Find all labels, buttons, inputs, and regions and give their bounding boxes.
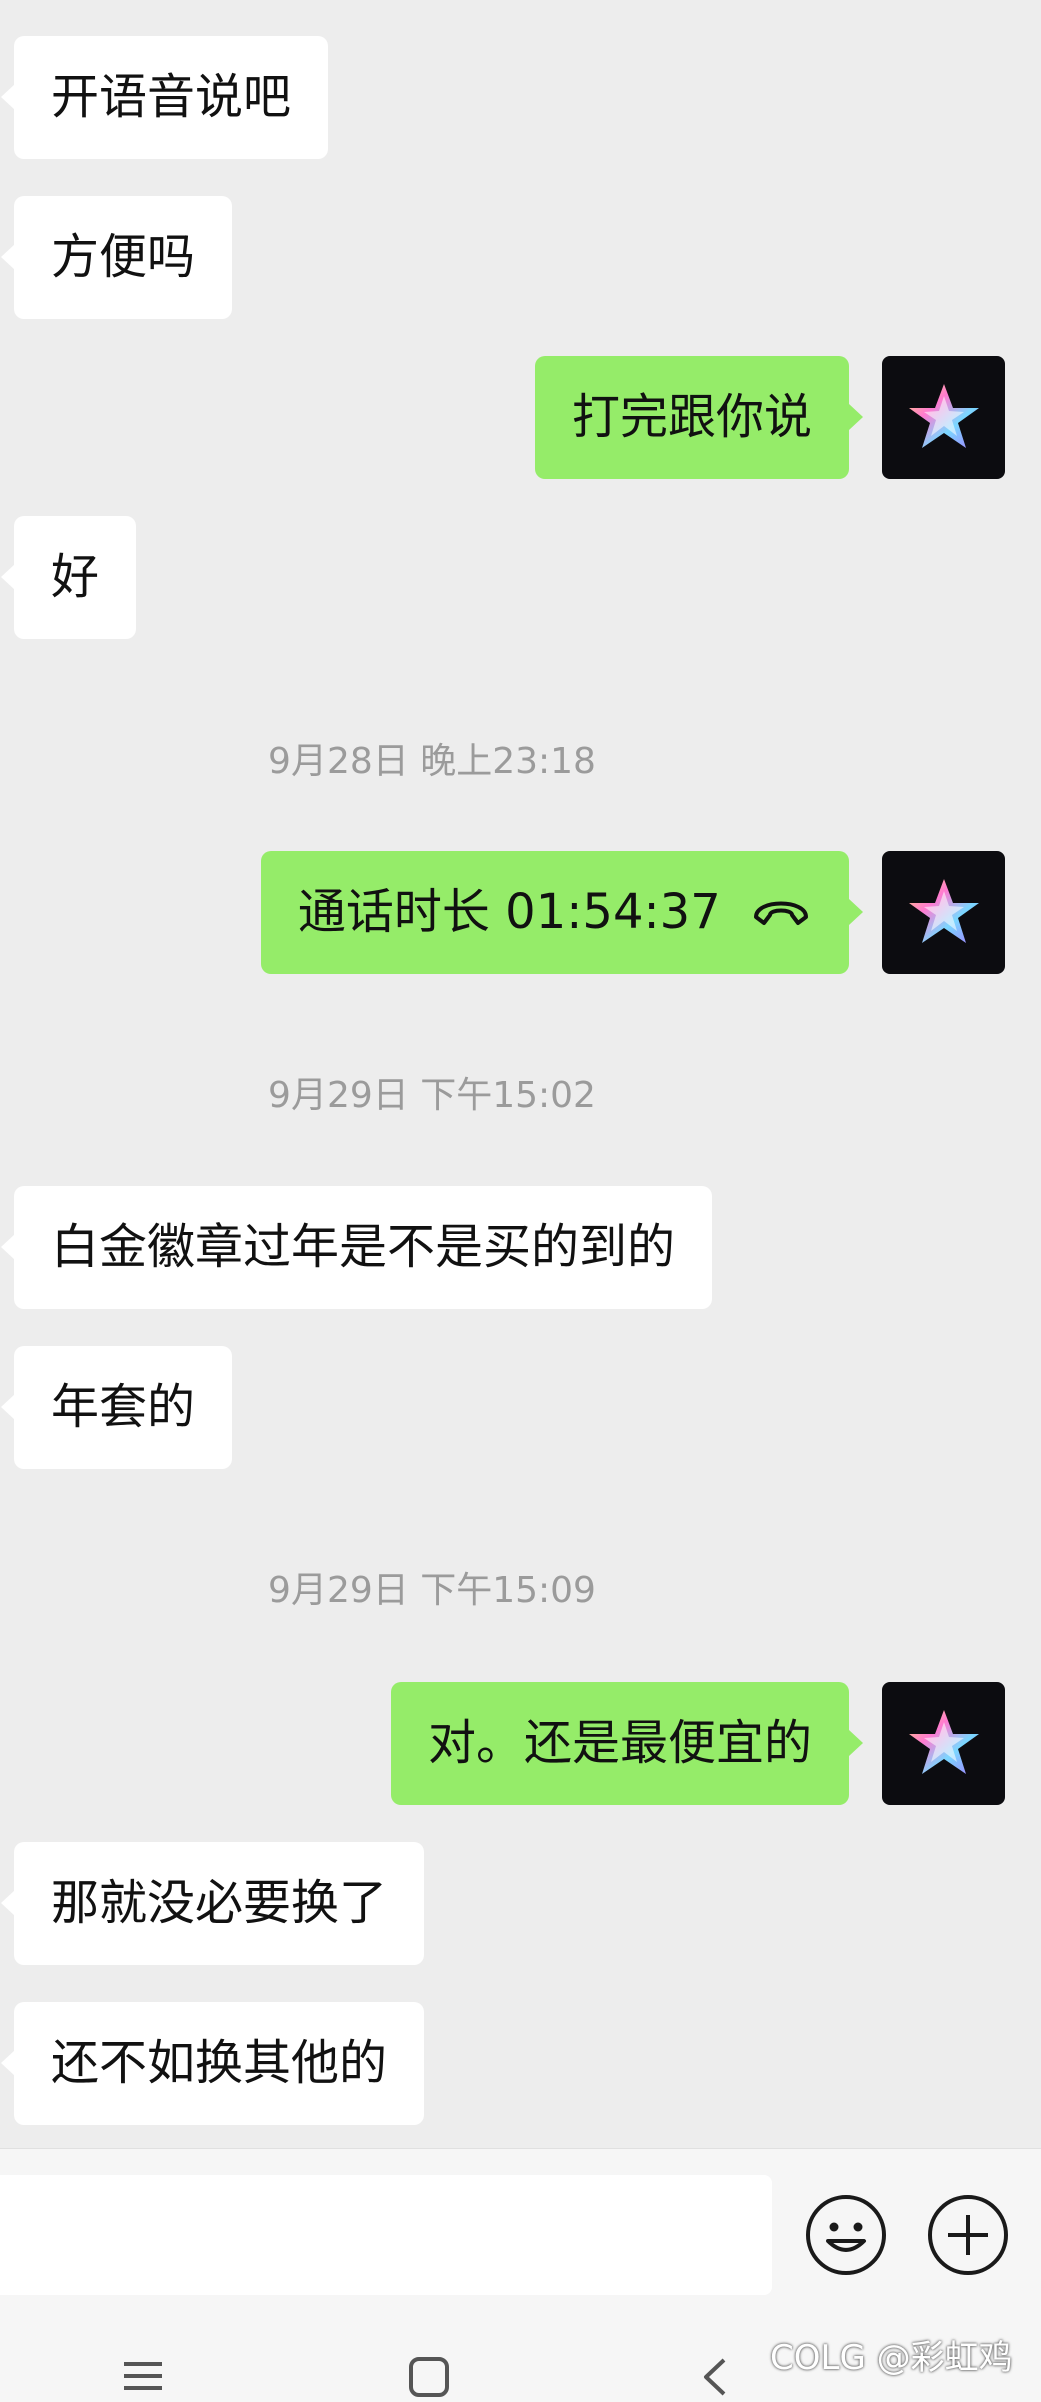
- incoming-message-bubble[interactable]: 开语音说吧: [0, 36, 329, 159]
- message-text: 方便吗: [51, 229, 196, 285]
- back-chevron-icon[interactable]: [700, 2356, 730, 2398]
- timestamp: 9月29日 下午15:09: [268, 1570, 596, 1611]
- message-input-bar: [0, 2148, 1041, 2321]
- incoming-message-bubble[interactable]: 那就没必要换了: [0, 1842, 425, 1965]
- message-text: 那就没必要换了: [51, 1875, 388, 1931]
- incoming-message-bubble[interactable]: 好: [0, 516, 137, 639]
- timestamp: 9月29日 下午15:02: [268, 1075, 596, 1116]
- home-square-icon[interactable]: [408, 2356, 450, 2398]
- message-text: 对。还是最便宜的: [427, 1715, 812, 1771]
- avatar[interactable]: [882, 1682, 1005, 1805]
- call-duration-text: 通话时长 01:54:37: [297, 884, 721, 940]
- star-gem-icon: [909, 879, 979, 943]
- outgoing-message-bubble[interactable]: 对。还是最便宜的: [390, 1682, 864, 1805]
- message-text: 好: [51, 549, 100, 605]
- incoming-message-bubble[interactable]: 年套的: [0, 1346, 233, 1469]
- outgoing-message-bubble[interactable]: 打完跟你说: [534, 356, 864, 479]
- timestamp: 9月28日 晚上23:18: [268, 741, 596, 782]
- message-text: 打完跟你说: [571, 389, 812, 445]
- star-gem-icon: [909, 1710, 979, 1774]
- star-gem-icon: [909, 384, 979, 448]
- message-text-input[interactable]: [0, 2175, 772, 2295]
- avatar[interactable]: [882, 851, 1005, 974]
- incoming-message-bubble[interactable]: 白金徽章过年是不是买的到的: [0, 1186, 713, 1309]
- message-text: 白金徽章过年是不是买的到的: [51, 1219, 676, 1275]
- chat-message-list[interactable]: 开语音说吧 方便吗 打完跟你说 好 9月28日 晚上23:18 通话时长 01:…: [0, 0, 1041, 2148]
- message-text: 开语音说吧: [51, 69, 292, 125]
- avatar[interactable]: [882, 356, 1005, 479]
- emoji-smile-icon[interactable]: [804, 2193, 888, 2277]
- phone-hangup-icon: [754, 901, 808, 925]
- plus-circle-icon[interactable]: [926, 2193, 1010, 2277]
- menu-icon[interactable]: [122, 2356, 164, 2396]
- incoming-message-bubble[interactable]: 方便吗: [0, 196, 233, 319]
- watermark: COLG @彩虹鸡: [770, 2338, 1013, 2378]
- message-text: 还不如换其他的: [51, 2035, 388, 2091]
- message-text: 年套的: [51, 1379, 196, 1435]
- call-record-bubble[interactable]: 通话时长 01:54:37: [260, 851, 864, 974]
- incoming-message-bubble[interactable]: 还不如换其他的: [0, 2002, 425, 2125]
